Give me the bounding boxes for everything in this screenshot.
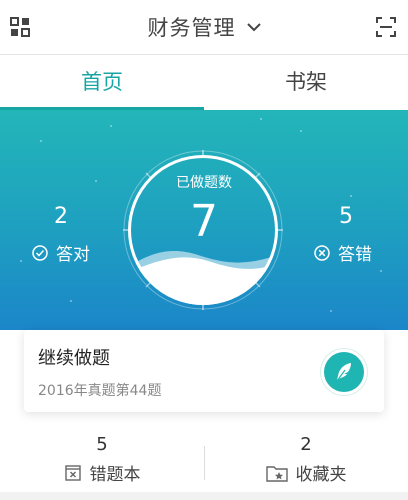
check-circle-icon bbox=[32, 244, 48, 261]
tab-home[interactable]: 首页 bbox=[0, 56, 204, 110]
tab-bar: 首页 书架 bbox=[0, 56, 408, 110]
continue-button[interactable] bbox=[320, 348, 368, 396]
favorites-entry[interactable]: 2 收藏夹 bbox=[204, 430, 408, 488]
wrong-book-label: 错题本 bbox=[89, 465, 141, 485]
bottom-strip bbox=[0, 492, 408, 500]
scan-icon[interactable] bbox=[376, 17, 396, 37]
done-label: 已做题数 bbox=[176, 175, 232, 191]
chevron-down-icon bbox=[246, 23, 261, 32]
subject-selector[interactable]: 财务管理 bbox=[0, 12, 408, 42]
continue-title: 继续做题 bbox=[38, 348, 110, 369]
wrong-book-icon bbox=[64, 464, 81, 481]
top-bar: 财务管理 bbox=[0, 0, 408, 55]
favorite-folder-icon bbox=[265, 465, 288, 482]
wrong-book-count: 5 bbox=[96, 434, 108, 455]
favorites-label: 收藏夹 bbox=[295, 465, 347, 485]
favorites-count: 2 bbox=[300, 434, 312, 455]
x-circle-icon bbox=[314, 244, 330, 261]
continue-subtitle: 2016年真题第44题 bbox=[38, 383, 162, 399]
wrong-count: 5 bbox=[339, 204, 353, 229]
tab-bookshelf[interactable]: 书架 bbox=[204, 56, 408, 110]
continue-practice-card[interactable]: 继续做题 2016年真题第44题 bbox=[24, 330, 384, 412]
feather-icon bbox=[336, 363, 351, 382]
wrong-book-entry[interactable]: 5 错题本 bbox=[0, 430, 204, 488]
correct-count: 2 bbox=[54, 204, 68, 229]
correct-label: 答对 bbox=[56, 245, 90, 265]
wrong-label: 答错 bbox=[338, 245, 372, 265]
wrong-stat[interactable]: 答错 bbox=[314, 240, 372, 265]
page-title: 财务管理 bbox=[147, 16, 236, 40]
correct-stat[interactable]: 答对 bbox=[32, 240, 90, 265]
